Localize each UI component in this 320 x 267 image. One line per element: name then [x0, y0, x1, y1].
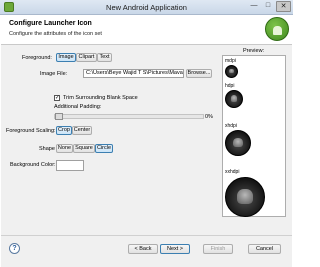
- background-color-swatch[interactable]: [56, 160, 84, 171]
- scaling-crop-button[interactable]: Crop: [56, 126, 72, 135]
- background-color-label: Background Color:: [10, 162, 56, 168]
- image-file-input[interactable]: C:\Users\Beye Wajid T S\Pictures\Mavar t: [83, 69, 184, 78]
- preview-mdpi-label: mdpi: [225, 58, 236, 64]
- page-title: Configure Launcher Icon: [9, 20, 92, 27]
- finish-button[interactable]: Finish: [203, 244, 233, 254]
- back-button[interactable]: < Back: [128, 244, 158, 254]
- foreground-label: Foreground:: [22, 55, 52, 61]
- preview-mdpi-icon: [225, 65, 238, 78]
- scaling-label: Foreground Scaling:: [6, 128, 56, 134]
- android-logo-icon: [265, 17, 289, 41]
- minimize-button[interactable]: —: [248, 1, 260, 12]
- foreground-image-button[interactable]: Image: [56, 53, 76, 62]
- help-icon[interactable]: ?: [9, 243, 20, 254]
- foreground-text-button[interactable]: Text: [97, 53, 112, 62]
- trim-label: Trim Surrounding Blank Space: [63, 95, 138, 101]
- maximize-button[interactable]: □: [262, 1, 274, 12]
- preview-xhdpi-label: xhdpi: [225, 123, 237, 129]
- wizard-header: Configure Launcher Icon Configure the at…: [1, 15, 292, 45]
- foreground-clipart-button[interactable]: Clipart: [76, 53, 97, 62]
- shape-square-button[interactable]: Square: [73, 144, 95, 153]
- preview-xxhdpi-label: xxhdpi: [225, 169, 240, 175]
- image-file-label: Image File:: [40, 71, 68, 77]
- preview-hdpi-icon: [225, 90, 243, 108]
- page-subtitle: Configure the attributes of the icon set: [9, 31, 102, 37]
- browse-button[interactable]: Browse...: [186, 69, 212, 78]
- padding-slider-track[interactable]: [54, 114, 204, 119]
- padding-label: Additional Padding:: [54, 104, 102, 110]
- shape-label: Shape: [39, 146, 55, 152]
- preview-xhdpi-icon: [225, 130, 251, 156]
- preview-label: Preview:: [243, 48, 265, 54]
- close-button[interactable]: ✕: [276, 1, 291, 12]
- scaling-center-button[interactable]: Center: [72, 126, 92, 135]
- cancel-button[interactable]: Cancel: [248, 244, 281, 254]
- preview-xxhdpi-icon: [225, 177, 265, 217]
- preview-hdpi-label: hdpi: [225, 83, 235, 89]
- preview-panel: mdpi hdpi xhdpi xxhdpi: [222, 55, 286, 217]
- padding-slider-thumb[interactable]: [55, 113, 63, 120]
- next-button[interactable]: Next >: [160, 244, 190, 254]
- shape-none-button[interactable]: None: [56, 144, 73, 153]
- trim-checkbox[interactable]: ✓: [54, 95, 60, 101]
- padding-value: 0%: [205, 114, 213, 120]
- footer-divider: [1, 235, 292, 236]
- title-bar: New Android Application — □ ✕: [0, 0, 293, 15]
- shape-circle-button[interactable]: Circle: [95, 144, 113, 153]
